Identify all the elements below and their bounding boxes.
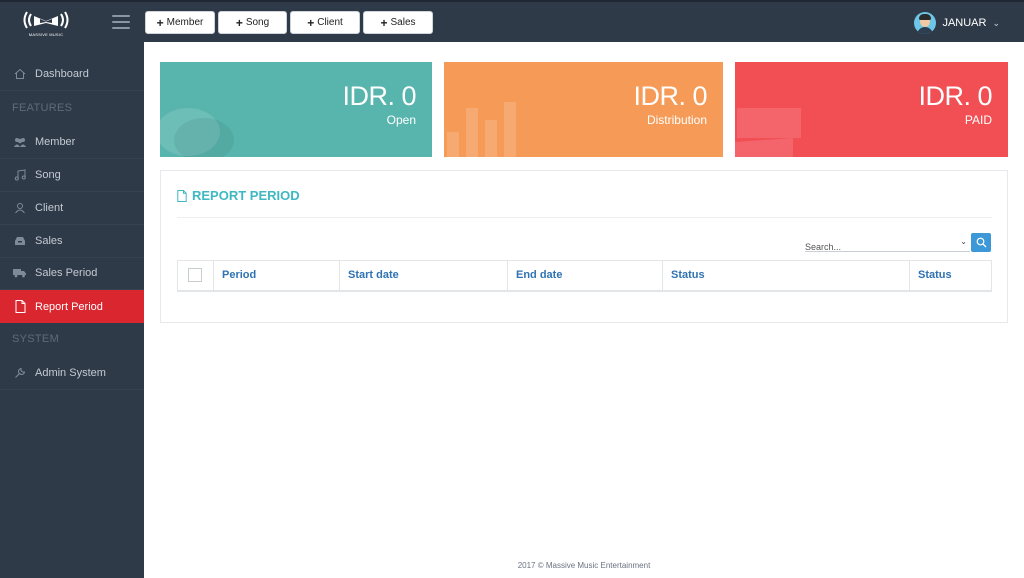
- sidebar-item-song[interactable]: Song: [0, 159, 144, 192]
- column-header-status-2[interactable]: Status: [909, 260, 992, 292]
- chevron-down-icon[interactable]: ⌄: [960, 237, 967, 246]
- plus-icon: +: [156, 15, 164, 30]
- logo-text: MASSIVE MUSIC: [28, 32, 64, 37]
- card-amount: IDR. 0: [633, 81, 707, 111]
- truck-icon: [12, 266, 28, 280]
- sidebar-section-system: SYSTEM: [12, 333, 60, 345]
- logo-icon: [23, 11, 69, 29]
- client-icon: [12, 201, 28, 215]
- sidebar-item-dashboard[interactable]: Dashboard: [0, 58, 144, 91]
- report-period-table: Period Start date End date Status Status: [177, 260, 992, 292]
- column-header-period[interactable]: Period: [213, 260, 340, 292]
- select-all-cell: [177, 260, 214, 292]
- users-icon: [12, 135, 28, 149]
- table-header-row: Period Start date End date Status Status: [177, 260, 992, 292]
- sidebar-item-label: Report Period: [35, 300, 103, 313]
- sidebar-item-label: Admin System: [35, 367, 106, 379]
- footer-copyright: 2017 © Massive Music Entertainment: [517, 561, 651, 570]
- music-note-icon: [12, 168, 28, 182]
- card-label: Distribution: [646, 113, 707, 127]
- add-client-label: Client: [317, 17, 343, 28]
- add-member-button[interactable]: + Member: [145, 11, 215, 34]
- distribution-balance-card: IDR. 0 Distribution: [444, 62, 723, 157]
- sidebar-item-admin-system[interactable]: Admin System: [0, 357, 144, 390]
- card-label: Open: [386, 113, 416, 127]
- select-all-checkbox[interactable]: [188, 268, 202, 283]
- divider: [177, 217, 992, 218]
- sidebar: Dashboard FEATURES Member Song Client Sa…: [0, 42, 144, 578]
- search-input[interactable]: [805, 240, 945, 254]
- add-client-button[interactable]: + Client: [290, 11, 360, 34]
- sidebar-item-sales-period[interactable]: Sales Period: [0, 257, 144, 290]
- column-header-end-date[interactable]: End date: [507, 260, 663, 292]
- panel-title-text: REPORT PERIOD: [192, 188, 300, 203]
- menu-toggle-icon[interactable]: [112, 15, 130, 29]
- plus-icon: +: [380, 15, 388, 30]
- card-amount: IDR. 0: [918, 81, 992, 111]
- add-song-button[interactable]: + Song: [218, 11, 287, 34]
- sidebar-item-label: Client: [35, 202, 64, 214]
- sidebar-item-label: Song: [35, 169, 61, 181]
- inbox-icon: [12, 234, 28, 248]
- sidebar-item-client[interactable]: Client: [0, 192, 144, 225]
- sidebar-item-sales[interactable]: Sales: [0, 225, 144, 258]
- add-sales-label: Sales: [390, 17, 416, 28]
- card-amount: IDR. 0: [342, 81, 416, 111]
- document-icon: [177, 189, 187, 202]
- search-field[interactable]: ⌄: [805, 237, 970, 254]
- sidebar-item-label: Sales: [35, 235, 63, 247]
- paid-balance-card: IDR. 0 PAID: [735, 62, 1008, 157]
- column-header-status[interactable]: Status: [662, 260, 910, 292]
- open-balance-card: IDR. 0 Open: [160, 62, 432, 157]
- search-icon: [976, 237, 986, 248]
- document-icon: [12, 300, 28, 314]
- sidebar-item-member[interactable]: Member: [0, 126, 144, 159]
- column-header-start-date[interactable]: Start date: [339, 260, 508, 292]
- sidebar-section-features: FEATURES: [12, 102, 73, 114]
- plus-icon: +: [235, 15, 243, 30]
- sidebar-item-label: Sales Period: [35, 267, 98, 279]
- chevron-down-icon: ⌄: [992, 17, 1000, 28]
- add-sales-button[interactable]: + Sales: [363, 11, 433, 34]
- app-logo[interactable]: MASSIVE MUSIC: [18, 6, 74, 40]
- report-period-panel: REPORT PERIOD ⌄ Period Start date End da…: [160, 170, 1008, 323]
- search-button[interactable]: [971, 233, 991, 252]
- panel-title: REPORT PERIOD: [177, 188, 300, 203]
- wrench-icon: [12, 366, 28, 380]
- top-navbar: MASSIVE MUSIC + Member + Song + Client + Sal…: [0, 0, 1024, 42]
- add-song-label: Song: [245, 17, 270, 28]
- plus-icon: +: [307, 15, 315, 30]
- card-label: PAID: [964, 113, 992, 127]
- user-menu[interactable]: JANUAR ⌄: [914, 12, 1000, 34]
- add-member-label: Member: [166, 17, 204, 28]
- avatar: [914, 12, 937, 34]
- user-name: JANUAR: [942, 17, 987, 29]
- home-icon: [12, 67, 28, 81]
- sidebar-item-label: Dashboard: [35, 68, 89, 80]
- sidebar-item-report-period[interactable]: Report Period: [0, 290, 144, 323]
- sidebar-item-label: Member: [35, 136, 76, 148]
